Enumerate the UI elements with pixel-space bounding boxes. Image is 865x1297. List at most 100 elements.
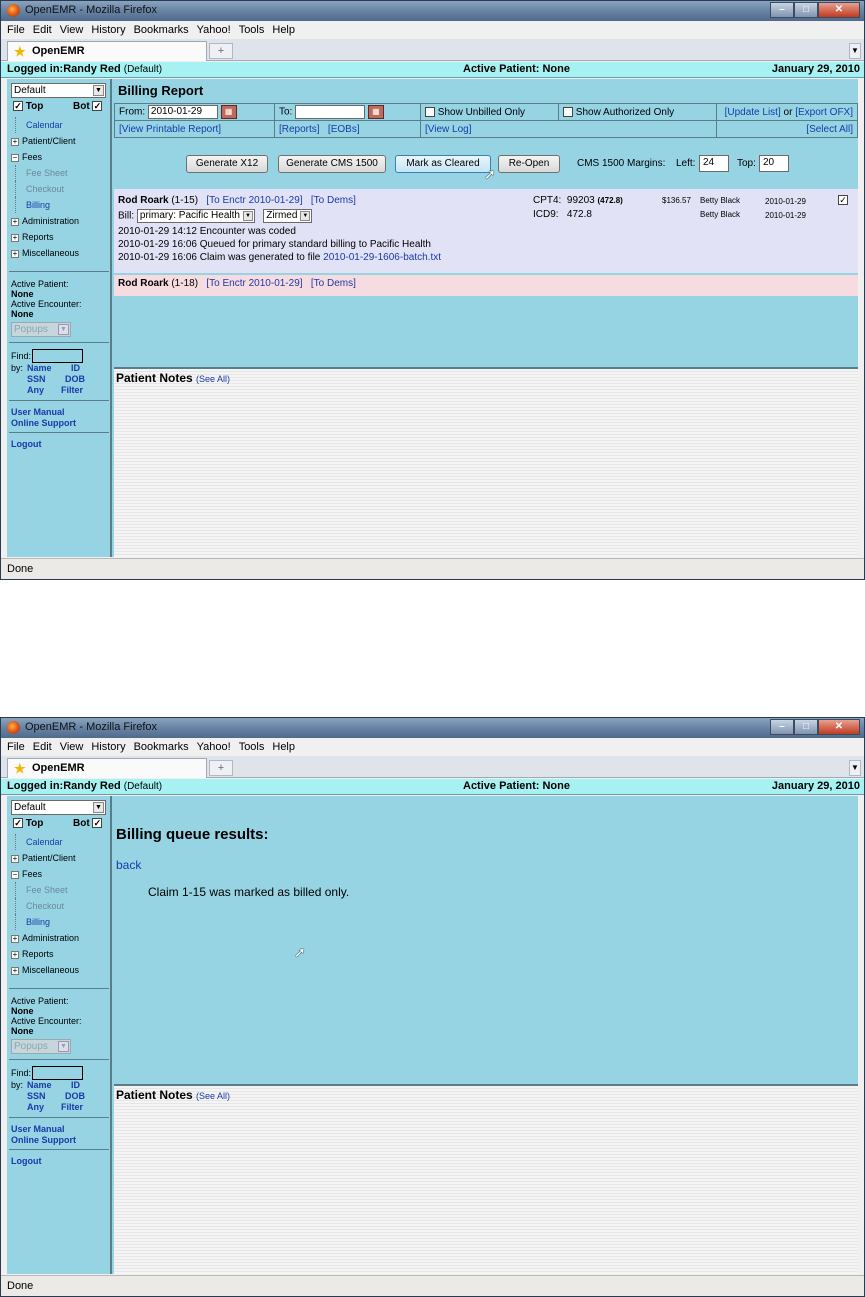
expand-icon[interactable]: + <box>11 249 19 258</box>
new-tab-button[interactable]: + <box>209 43 233 59</box>
minimize-button[interactable]: – <box>770 719 794 735</box>
menu-bookmarks[interactable]: Bookmarks <box>134 24 189 36</box>
menu-bookmarks[interactable]: Bookmarks <box>134 741 189 753</box>
menu-help[interactable]: Help <box>272 24 295 36</box>
view-printable-report-link[interactable]: [View Printable Report] <box>119 124 221 135</box>
see-all-link[interactable]: (See All) <box>196 374 230 384</box>
find-input[interactable] <box>32 349 83 363</box>
find-by-id[interactable]: ID <box>71 1080 80 1090</box>
find-by-name[interactable]: Name <box>27 363 52 373</box>
menu-history[interactable]: History <box>91 24 125 36</box>
bot-frame-toggle[interactable]: Bot ✓ <box>73 101 103 112</box>
to-dems-link[interactable]: [To Dems] <box>311 278 356 289</box>
see-all-link[interactable]: (See All) <box>196 1091 230 1101</box>
calendar-icon[interactable]: ▦ <box>367 105 384 119</box>
user-manual-link[interactable]: User Manual <box>11 407 76 418</box>
top-checkbox[interactable]: ✓ <box>13 818 23 829</box>
find-by-any[interactable]: Any <box>27 385 44 395</box>
nav-administration[interactable]: + Administration <box>11 213 111 229</box>
select-all-link[interactable]: [Select All] <box>806 124 853 135</box>
reports-link[interactable]: [Reports] <box>279 124 320 135</box>
find-input[interactable] <box>32 1066 83 1080</box>
menu-help[interactable]: Help <box>272 741 295 753</box>
to-encounter-link[interactable]: [To Enctr 2010-01-29] <box>206 278 302 289</box>
to-date-input[interactable] <box>295 105 366 119</box>
collapse-icon[interactable]: − <box>11 870 19 879</box>
nav-calendar[interactable]: Calendar <box>15 117 111 133</box>
calendar-icon[interactable]: ▦ <box>220 105 237 119</box>
top-frame-toggle[interactable]: ✓ Top <box>13 818 43 829</box>
to-dems-link[interactable]: [To Dems] <box>311 195 356 206</box>
find-by-id[interactable]: ID <box>71 363 80 373</box>
online-support-link[interactable]: Online Support <box>11 418 76 429</box>
from-date-input[interactable]: 2010-01-29 <box>147 105 218 119</box>
generate-x12-button[interactable]: Generate X12 <box>186 155 268 173</box>
menu-edit[interactable]: Edit <box>33 24 52 36</box>
new-tab-button[interactable]: + <box>209 760 233 776</box>
menu-file[interactable]: File <box>7 24 25 36</box>
menu-history[interactable]: History <box>91 741 125 753</box>
maximize-button[interactable]: □ <box>794 719 818 735</box>
tab-openemr[interactable]: ★ OpenEMR <box>7 758 207 778</box>
back-link[interactable]: back <box>116 858 141 872</box>
nav-miscellaneous[interactable]: + Miscellaneous <box>11 245 111 261</box>
view-select[interactable]: Default ▼ <box>11 800 106 815</box>
menu-file[interactable]: File <box>7 741 25 753</box>
nav-calendar[interactable]: Calendar <box>15 834 111 850</box>
tab-list-arrow-icon[interactable]: ▼ <box>849 760 861 776</box>
top-frame-toggle[interactable]: ✓ Top <box>13 101 43 112</box>
expand-icon[interactable]: + <box>11 966 19 975</box>
top-margin-input[interactable]: 20 <box>759 155 789 172</box>
view-log-link[interactable]: [View Log] <box>425 124 472 135</box>
nav-administration[interactable]: + Administration <box>11 930 111 946</box>
menu-tools[interactable]: Tools <box>239 24 265 36</box>
nav-fee-sheet[interactable]: Fee Sheet <box>15 165 111 181</box>
nav-fees[interactable]: − Fees <box>11 149 111 165</box>
to-encounter-link[interactable]: [To Enctr 2010-01-29] <box>206 195 302 206</box>
find-by-ssn[interactable]: SSN <box>27 374 46 384</box>
nav-patient-client[interactable]: + Patient/Client <box>11 850 111 866</box>
popups-select[interactable]: Popups ▼ <box>11 322 71 337</box>
show-authorized-checkbox[interactable] <box>563 106 573 117</box>
bot-checkbox[interactable]: ✓ <box>92 101 103 112</box>
collapse-icon[interactable]: − <box>11 153 19 162</box>
minimize-button[interactable]: – <box>770 2 794 18</box>
nav-miscellaneous[interactable]: + Miscellaneous <box>11 962 111 978</box>
mark-as-cleared-button[interactable]: Mark as Cleared <box>395 155 491 173</box>
nav-fees[interactable]: − Fees <box>11 866 111 882</box>
tab-list-arrow-icon[interactable]: ▼ <box>849 43 861 59</box>
eobs-link[interactable]: [EOBs] <box>328 124 360 135</box>
menu-tools[interactable]: Tools <box>239 741 265 753</box>
left-margin-input[interactable]: 24 <box>699 155 729 172</box>
close-button[interactable]: ✕ <box>818 2 860 18</box>
view-select[interactable]: Default ▼ <box>11 83 106 98</box>
close-button[interactable]: ✕ <box>818 719 860 735</box>
find-by-filter[interactable]: Filter <box>61 385 83 395</box>
export-ofx-link[interactable]: [Export OFX] <box>795 107 853 118</box>
bill-payer-select[interactable]: primary: Pacific Health ▼ <box>136 209 255 223</box>
find-by-ssn[interactable]: SSN <box>27 1091 46 1101</box>
expand-icon[interactable]: + <box>11 854 19 863</box>
claim-select-checkbox[interactable]: ✓ <box>838 195 848 205</box>
logout-link[interactable]: Logout <box>11 439 42 449</box>
generate-cms-1500-button[interactable]: Generate CMS 1500 <box>278 155 386 173</box>
bot-frame-toggle[interactable]: Bot ✓ <box>73 818 103 829</box>
show-unbilled-checkbox[interactable] <box>425 106 435 117</box>
nav-checkout[interactable]: Checkout <box>15 181 111 197</box>
nav-billing[interactable]: Billing <box>15 197 111 213</box>
top-checkbox[interactable]: ✓ <box>13 101 23 112</box>
nav-reports[interactable]: + Reports <box>11 946 111 962</box>
menu-view[interactable]: View <box>60 24 84 36</box>
nav-patient-client[interactable]: + Patient/Client <box>11 133 111 149</box>
user-manual-link[interactable]: User Manual <box>11 1124 76 1135</box>
online-support-link[interactable]: Online Support <box>11 1135 76 1146</box>
expand-icon[interactable]: + <box>11 950 19 959</box>
nav-checkout[interactable]: Checkout <box>15 898 111 914</box>
menu-view[interactable]: View <box>60 741 84 753</box>
batch-file-link[interactable]: 2010-01-29-1606-batch.txt <box>323 252 441 263</box>
popups-select[interactable]: Popups ▼ <box>11 1039 71 1054</box>
expand-icon[interactable]: + <box>11 137 19 146</box>
find-by-filter[interactable]: Filter <box>61 1102 83 1112</box>
partner-select[interactable]: Zirmed ▼ <box>263 209 313 223</box>
menu-yahoo[interactable]: Yahoo! <box>197 24 231 36</box>
